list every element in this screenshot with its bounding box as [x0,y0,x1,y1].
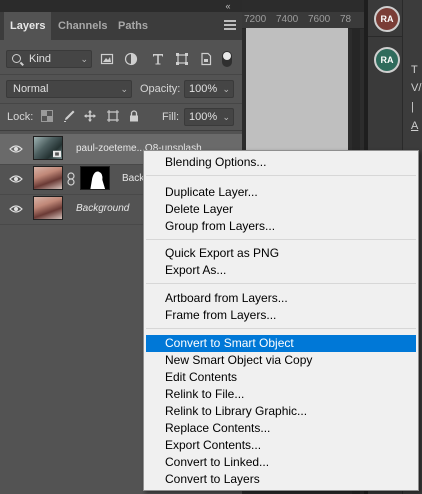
ruler-number: 7600 [308,14,331,25]
panel-menu-icon[interactable] [224,20,236,30]
filter-type-icon[interactable] [151,52,165,66]
lock-all-icon[interactable] [127,109,141,123]
visibility-eye-icon[interactable] [9,204,23,214]
filter-shape-icon[interactable] [175,52,189,66]
menu-item-relink-to-file[interactable]: Relink to File... [146,386,416,403]
menu-item-replace-contents[interactable]: Replace Contents... [146,420,416,437]
tab-channels[interactable]: Channels [52,12,114,40]
layer-thumbnail [33,196,63,220]
filter-smart-object-icon[interactable] [199,52,213,66]
divider [0,103,242,104]
smart-object-badge-icon [53,150,61,158]
filter-adjustment-icon[interactable] [124,52,138,66]
menu-item-frame-from-layers[interactable]: Frame from Layers... [146,307,416,324]
link-chain-icon[interactable] [67,172,75,186]
menu-separator [146,239,416,240]
menu-item-duplicate-layer[interactable]: Duplicate Layer... [146,184,416,201]
tab-paths[interactable]: Paths [112,12,154,40]
fill-value: 100% [189,111,218,123]
edge-glyph: A [411,120,419,132]
menu-item-quick-export-png[interactable]: Quick Export as PNG [146,245,416,262]
context-menu: Blending Options... Duplicate Layer... D… [143,150,419,491]
menu-item-blending-options[interactable]: Blending Options... [146,154,416,171]
layer-name: Back [122,173,145,184]
search-icon [12,54,21,63]
menu-separator [146,328,416,329]
visibility-eye-icon[interactable] [9,144,23,154]
panel-tab-bar: Layers Channels Paths [0,12,242,40]
filter-kind-select[interactable]: Kind ⌄ [6,50,92,68]
divider [368,36,402,37]
opacity-value: 100% [189,83,218,95]
layer-mask-thumbnail[interactable] [80,166,110,190]
menu-item-group-from-layers[interactable]: Group from Layers... [146,218,416,235]
avatar[interactable]: RA [374,47,400,73]
menu-item-export-as[interactable]: Export As... [146,262,416,279]
menu-separator [146,283,416,284]
collapse-panels-icon[interactable]: « [218,0,238,12]
ruler-number: 78 [340,14,352,25]
blend-mode-select[interactable]: Normal ⌄ [6,80,132,98]
avatar[interactable]: RA [374,6,400,32]
menu-item-edit-contents[interactable]: Edit Contents [146,369,416,386]
tab-layers[interactable]: Layers [4,12,52,40]
chevron-down-icon: ⌄ [120,84,128,94]
blend-mode-value: Normal [13,83,49,95]
lock-label: Lock: [7,111,34,123]
lock-position-icon[interactable] [83,109,97,123]
fill-field[interactable]: 100% ⌄ [184,108,234,126]
layer-thumbnail [33,166,63,190]
lock-image-pixels-icon[interactable] [62,109,76,123]
opacity-label: Opacity: [140,83,181,95]
fill-label: Fill: [162,111,180,123]
chevron-down-icon: ⌄ [80,54,88,64]
menu-item-delete-layer[interactable]: Delete Layer [146,201,416,218]
filter-toggle[interactable] [222,51,232,67]
divider [0,130,242,131]
menu-item-new-smart-object-via-copy[interactable]: New Smart Object via Copy [146,352,416,369]
layer-name: Background [76,203,130,214]
lock-artboard-icon[interactable] [106,109,120,123]
lock-transparent-pixels-icon[interactable] [40,109,54,123]
ruler-number: 7200 [244,14,267,25]
edge-glyph: | [411,101,414,113]
edge-glyph: V/ [411,82,422,94]
chevron-down-icon: ⌄ [222,112,230,122]
menu-item-export-contents[interactable]: Export Contents... [146,437,416,454]
menu-item-convert-to-smart-object[interactable]: Convert to Smart Object [146,335,416,352]
visibility-eye-icon[interactable] [9,174,23,184]
layer-thumbnail [33,136,63,160]
menu-separator [146,175,416,176]
panel-title-bar: « [0,0,242,12]
opacity-field[interactable]: 100% ⌄ [184,80,234,98]
edge-glyph: T [411,64,418,76]
filter-kind-label: Kind [29,53,52,65]
filter-pixel-icon[interactable] [100,52,114,66]
chevron-down-icon: ⌄ [222,84,230,94]
menu-item-artboard-from-layers[interactable]: Artboard from Layers... [146,290,416,307]
menu-item-convert-to-linked[interactable]: Convert to Linked... [146,454,416,471]
horizontal-ruler: 7200 7400 7600 78 [242,12,364,29]
divider [0,74,242,75]
menu-item-convert-to-layers[interactable]: Convert to Layers [146,471,416,488]
menu-item-relink-to-library-graphic[interactable]: Relink to Library Graphic... [146,403,416,420]
ruler-number: 7400 [276,14,299,25]
